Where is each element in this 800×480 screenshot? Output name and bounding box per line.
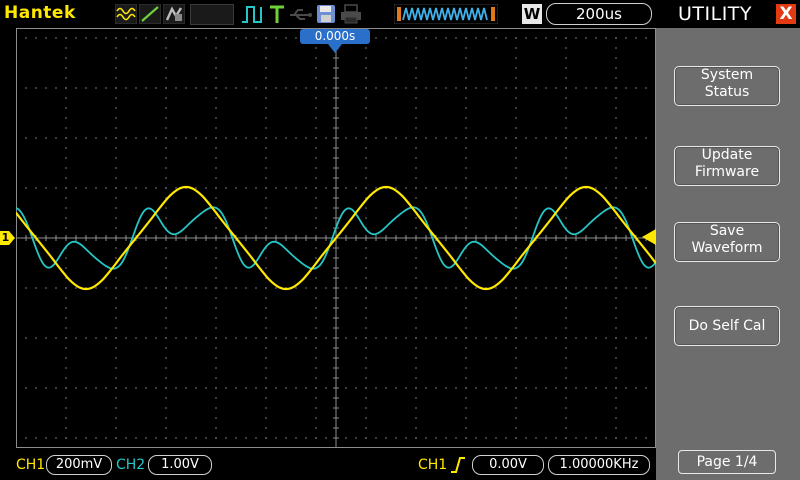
panel-title: UTILITY xyxy=(678,3,753,25)
trigger-position-marker-icon[interactable] xyxy=(328,44,342,54)
memory-depth-waveform-icon xyxy=(394,4,498,24)
save-disk-icon[interactable] xyxy=(316,4,336,24)
window-mode-badge[interactable]: W xyxy=(522,4,542,24)
panel-header: UTILITY X xyxy=(656,0,800,28)
printer-icon[interactable] xyxy=(340,4,362,24)
trigger-source-label[interactable]: CH1 xyxy=(418,456,447,474)
update-firmware-button[interactable]: Update Firmware xyxy=(674,146,780,186)
ch2-scale-readout[interactable]: 1.00V xyxy=(148,455,212,475)
close-icon[interactable]: X xyxy=(776,4,796,24)
page-button[interactable]: Page 1/4 xyxy=(678,450,776,474)
run-stop-icon[interactable] xyxy=(240,4,266,24)
trigger-icon[interactable] xyxy=(268,4,286,24)
trigger-time-readout[interactable]: 0.000s xyxy=(300,29,370,44)
do-self-cal-button[interactable]: Do Self Cal xyxy=(674,306,780,346)
ch2-label[interactable]: CH2 xyxy=(116,456,145,474)
acquire-mode-icon[interactable] xyxy=(115,4,137,24)
ch1-label[interactable]: CH1 xyxy=(16,456,45,474)
bottom-status-bar: CH1 200mV CH2 1.00V CH1 0.00V 1.00000KHz xyxy=(0,450,656,480)
persistence-icon[interactable] xyxy=(163,4,185,24)
rising-edge-icon[interactable] xyxy=(450,456,466,474)
display-vectors-icon[interactable] xyxy=(139,4,161,24)
trigger-level-readout[interactable]: 0.00V xyxy=(472,455,544,475)
waveform-display[interactable] xyxy=(16,28,656,448)
timebase-readout[interactable]: 200us xyxy=(546,3,652,25)
ch1-scale-readout[interactable]: 200mV xyxy=(46,455,112,475)
top-status-bar: Hantek W 200us xyxy=(0,0,656,28)
trigger-level-marker-icon[interactable] xyxy=(642,229,656,245)
usb-icon xyxy=(290,9,312,20)
utility-menu-panel: UTILITY X System Status Update Firmware … xyxy=(656,0,800,480)
empty-status-slot xyxy=(190,4,234,25)
save-waveform-button[interactable]: Save Waveform xyxy=(674,222,780,262)
ch1-marker-label: 1 xyxy=(1,231,10,244)
brand-logo: Hantek xyxy=(4,3,76,23)
trigger-frequency-readout: 1.00000KHz xyxy=(548,455,650,475)
system-status-button[interactable]: System Status xyxy=(674,66,780,106)
